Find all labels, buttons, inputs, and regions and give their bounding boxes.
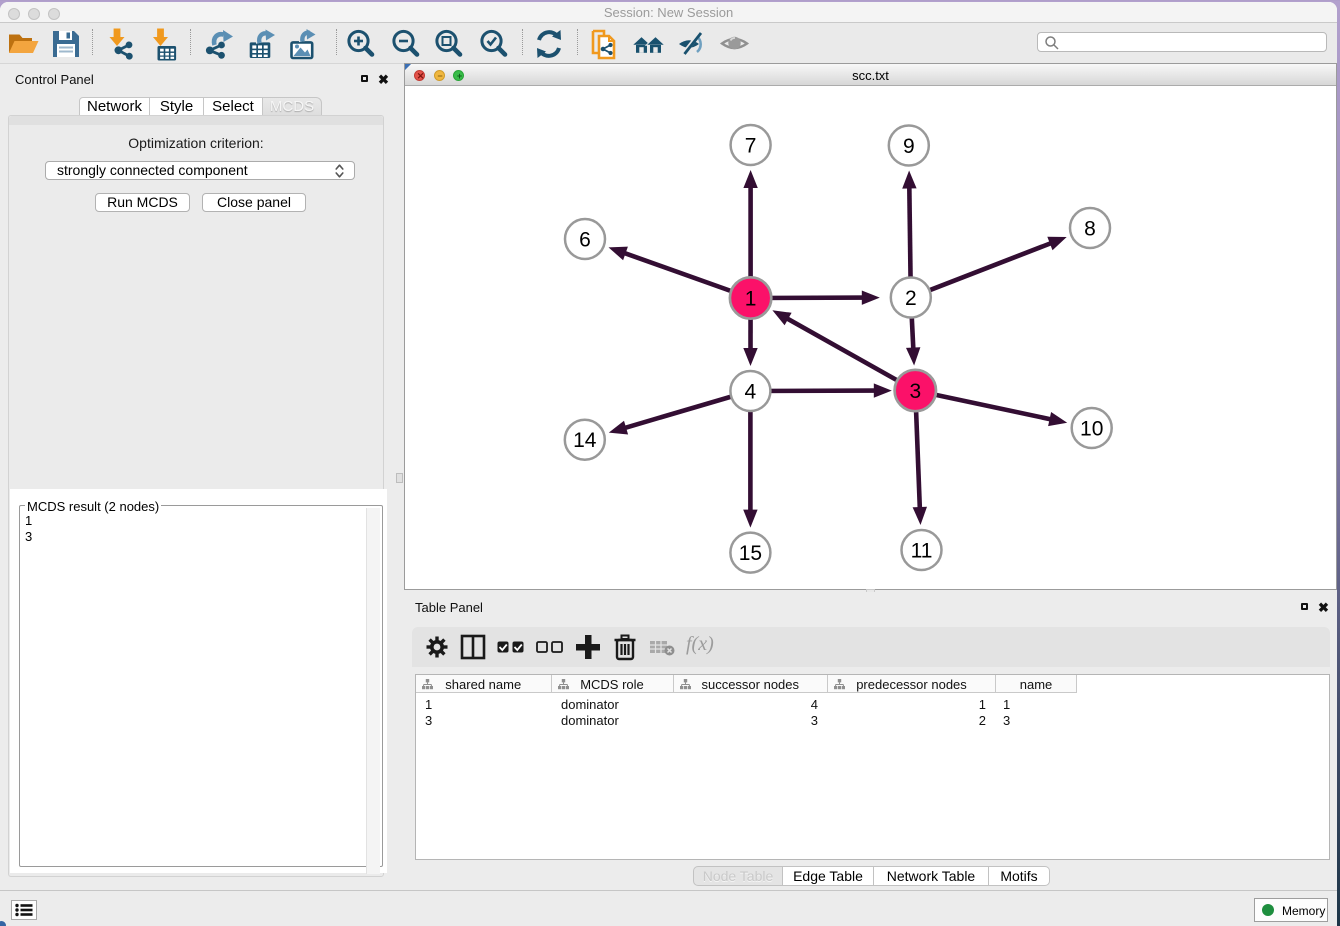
svg-text:4: 4 [745,381,757,404]
svg-text:15: 15 [739,542,762,565]
svg-text:2: 2 [905,287,917,310]
svg-text:11: 11 [911,540,933,563]
svg-text:3: 3 [909,380,921,403]
svg-text:6: 6 [579,229,591,252]
svg-text:10: 10 [1080,418,1103,441]
svg-text:1: 1 [745,288,757,311]
svg-text:7: 7 [745,135,757,158]
svg-text:8: 8 [1084,218,1096,241]
svg-text:9: 9 [903,135,915,158]
svg-text:14: 14 [573,429,597,452]
